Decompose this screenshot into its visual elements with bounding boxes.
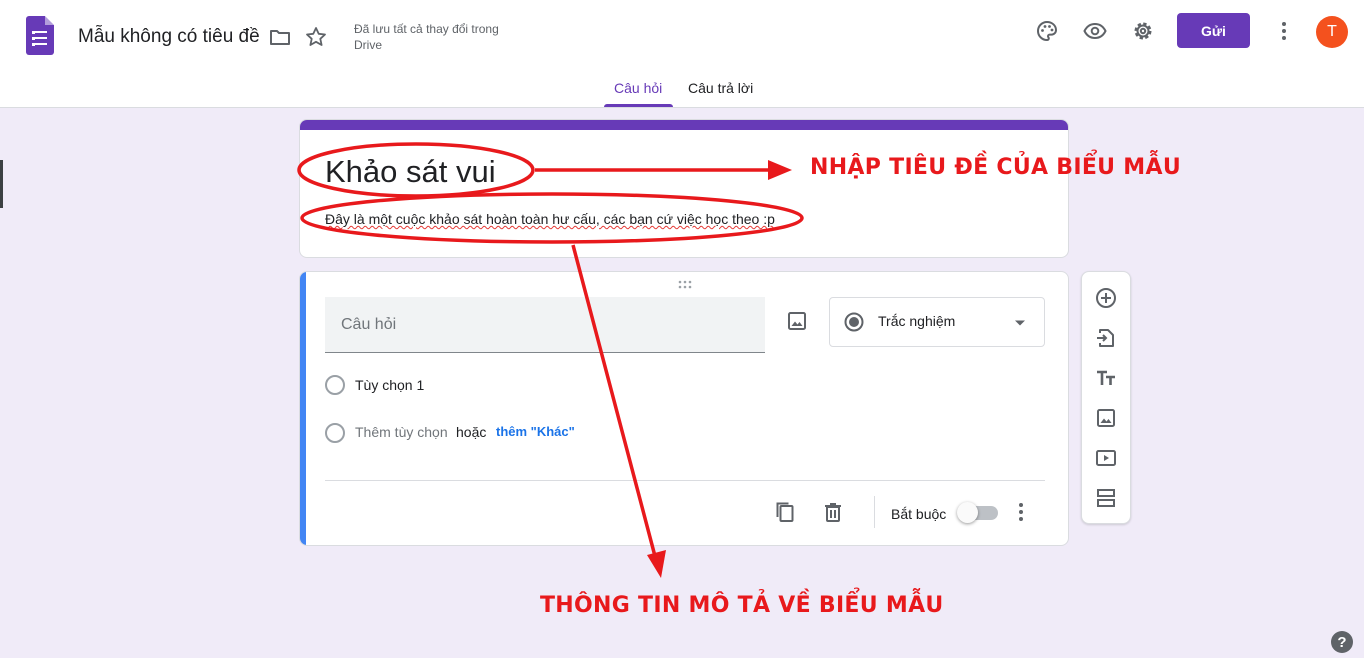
save-status-line1: Đã lưu tất cả thay đổi trong <box>354 22 499 36</box>
question-active-bar <box>300 272 306 545</box>
form-title-card[interactable]: Khảo sát vui Đây là một cuộc khảo sát ho… <box>299 119 1069 258</box>
active-tab-indicator <box>604 104 673 107</box>
image-icon[interactable] <box>787 311 807 331</box>
title-icon[interactable] <box>1095 367 1117 389</box>
save-status: Đã lưu tất cả thay đổi trong Drive <box>354 21 534 53</box>
form-title[interactable]: Khảo sát vui <box>325 154 496 190</box>
gear-icon[interactable] <box>1131 19 1155 43</box>
forms-logo-icon[interactable] <box>26 16 54 55</box>
eye-icon[interactable] <box>1083 19 1107 43</box>
question-card[interactable]: Câu hỏi Trắc nghiệm Tùy chọn 1 Thêm tùy … <box>299 271 1069 546</box>
add-image-icon[interactable] <box>1095 407 1117 429</box>
add-question-icon[interactable] <box>1095 287 1117 309</box>
tab-responses[interactable]: Câu trả lời <box>688 80 753 96</box>
folder-icon[interactable] <box>268 25 292 49</box>
add-option-radio <box>325 423 345 443</box>
app-header: Mẫu không có tiêu đề Đã lưu tất cả thay … <box>0 0 1364 108</box>
question-footer-divider <box>325 480 1045 481</box>
avatar[interactable]: T <box>1316 16 1348 48</box>
or-text: hoặc <box>456 424 487 440</box>
send-button[interactable]: Gửi <box>1177 13 1250 48</box>
question-type-select[interactable]: Trắc nghiệm <box>829 297 1045 347</box>
trash-icon[interactable] <box>822 501 844 523</box>
palette-icon[interactable] <box>1035 19 1059 43</box>
option-1[interactable]: Tùy chọn 1 <box>355 377 424 393</box>
description-annotation: THÔNG TIN MÔ TẢ VỀ BIỂU MẪU <box>540 593 944 618</box>
save-status-line2: Drive <box>354 38 383 52</box>
tab-questions[interactable]: Câu hỏi <box>614 80 662 96</box>
title-card-accent <box>300 120 1068 130</box>
floating-toolbar <box>1081 271 1131 524</box>
radio-icon <box>844 312 864 332</box>
more-vert-icon[interactable] <box>1272 19 1296 43</box>
add-other-button[interactable]: thêm "Khác" <box>496 424 575 439</box>
left-edge-shade <box>0 160 3 208</box>
title-annotation: NHẬP TIÊU ĐỀ CỦA BIỂU MẪU <box>810 155 1181 180</box>
more-vert-icon[interactable] <box>1010 501 1032 523</box>
help-icon[interactable]: ? <box>1331 631 1353 653</box>
drag-handle-icon[interactable] <box>677 280 693 290</box>
required-label: Bắt buộc <box>891 506 947 522</box>
question-type-label: Trắc nghiệm <box>878 313 956 329</box>
option-radio <box>325 375 345 395</box>
form-description[interactable]: Đây là một cuộc khảo sát hoàn toàn hư cấ… <box>325 211 775 227</box>
required-toggle-thumb[interactable] <box>957 502 978 523</box>
description-arrowhead <box>647 550 666 578</box>
video-icon[interactable] <box>1095 447 1117 469</box>
add-option-button[interactable]: Thêm tùy chọn <box>355 424 448 440</box>
dropdown-arrow-icon <box>1015 320 1025 326</box>
section-icon[interactable] <box>1095 487 1117 509</box>
footer-vertical-divider <box>874 496 875 528</box>
copy-icon[interactable] <box>774 501 796 523</box>
star-icon[interactable] <box>304 25 328 49</box>
document-title[interactable]: Mẫu không có tiêu đề <box>78 26 260 48</box>
import-icon[interactable] <box>1095 327 1117 349</box>
question-input[interactable]: Câu hỏi <box>325 297 765 353</box>
